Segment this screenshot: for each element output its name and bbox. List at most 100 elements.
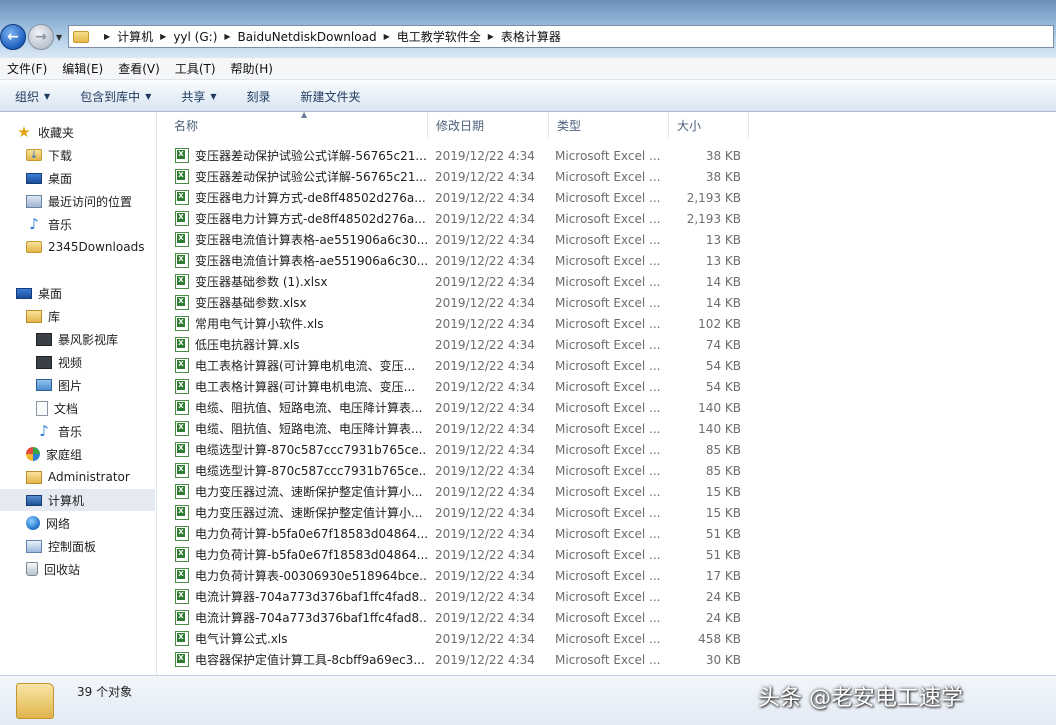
breadcrumb-arrow-icon[interactable]: ▶ xyxy=(160,32,166,41)
column-header-date[interactable]: 修改日期 xyxy=(428,112,549,138)
organize-button[interactable]: 组织 ▼ xyxy=(15,88,50,105)
file-name[interactable]: 电力变压器过流、速断保护整定值计算小... xyxy=(175,481,427,502)
file-row[interactable]: 电流计算器-704a773d376baf1ffc4fad8... 2019/12/… xyxy=(158,607,1056,628)
column-header-size[interactable]: 大小 xyxy=(669,112,749,138)
menu-file[interactable]: 文件(F) xyxy=(7,60,47,77)
file-name[interactable]: 电流计算器-704a773d376baf1ffc4fad8... xyxy=(175,586,427,607)
column-header-name[interactable]: ▲ 名称 xyxy=(166,112,428,138)
new-folder-button[interactable]: 新建文件夹 xyxy=(301,88,361,105)
breadcrumb-arrow-icon[interactable]: ▶ xyxy=(488,32,494,41)
file-name[interactable]: 变压器基础参数 (1).xlsx xyxy=(175,271,427,292)
file-row[interactable]: 电力负荷计算表-00306930e518964bce... 2019/12/22 … xyxy=(158,565,1056,586)
file-row[interactable]: 变压器电力计算方式-de8ff48502d276a... 2019/12/22 4… xyxy=(158,187,1056,208)
file-row[interactable]: 变压器基础参数 (1).xlsx 2019/12/22 4:34 Microsoft… xyxy=(158,271,1056,292)
nav-favorites[interactable]: ★ 收藏夹 xyxy=(16,122,74,142)
nav-desktop-favorite[interactable]: 桌面 xyxy=(26,168,72,188)
breadcrumb-current[interactable]: 表格计算器 xyxy=(501,28,561,45)
nav-control-panel[interactable]: 控制面板 xyxy=(26,536,96,556)
nav-desktop[interactable]: 桌面 xyxy=(16,283,62,303)
file-row[interactable]: 变压器基础参数.xlsx 2019/12/22 4:34 Microsoft Exc… xyxy=(158,292,1056,313)
file-row[interactable]: 电力负荷计算-b5fa0e67f18583d04864... 2019/12/22… xyxy=(158,523,1056,544)
file-name[interactable]: 变压器电流值计算表格-ae551906a6c30... xyxy=(175,250,427,271)
nav-documents[interactable]: 文档 xyxy=(36,398,78,418)
file-row[interactable]: 电力变压器过流、速断保护整定值计算小... 2019/12/22 4:34 Micr… xyxy=(158,502,1056,523)
nav-pictures[interactable]: 图片 xyxy=(36,375,82,395)
file-row[interactable]: 电工表格计算器(可计算电机电流、变压... 2019/12/22 4:34 Micr… xyxy=(158,376,1056,397)
file-row[interactable]: 电工表格计算器(可计算电机电流、变压... 2019/12/22 4:34 Micr… xyxy=(158,355,1056,376)
burn-button[interactable]: 刻录 xyxy=(247,88,271,105)
menu-edit[interactable]: 编辑(E) xyxy=(62,60,103,77)
address-field[interactable]: ▶ 计算机 ▶ yyl (G:) ▶ BaiduNetdiskDownload … xyxy=(68,25,1054,48)
nav-recent-places[interactable]: 最近访问的位置 xyxy=(26,191,132,211)
file-name[interactable]: 电容器保护定值计算工具-8cbff9a69ec3... xyxy=(175,649,427,670)
nav-computer[interactable]: 计算机 xyxy=(0,489,155,511)
file-name[interactable]: 变压器差动保护试验公式详解-56765c21... xyxy=(175,145,427,166)
file-row[interactable]: 电气计算公式.xls 2019/12/22 4:34 Microsoft Excel… xyxy=(158,628,1056,649)
nav-storm-video-library[interactable]: 暴风影视库 xyxy=(36,329,118,349)
file-name[interactable]: 电缆选型计算-870c587ccc7931b765ce... xyxy=(175,439,427,460)
file-name[interactable]: 电缆选型计算-870c587ccc7931b765ce... xyxy=(175,460,427,481)
file-row[interactable]: 电缆选型计算-870c587ccc7931b765ce... 2019/12/22… xyxy=(158,460,1056,481)
breadcrumb-baidu[interactable]: BaiduNetdiskDownload xyxy=(238,30,377,44)
file-name[interactable]: 电力负荷计算-b5fa0e67f18583d04864... xyxy=(175,523,427,544)
file-row[interactable]: 电缆、阻抗值、短路电流、电压降计算表... 2019/12/22 4:34 Micr… xyxy=(158,397,1056,418)
nav-music-favorite[interactable]: ♪ 音乐 xyxy=(26,214,72,234)
file-name[interactable]: 变压器差动保护试验公式详解-56765c21... xyxy=(175,166,427,187)
nav-network[interactable]: 网络 xyxy=(26,513,70,533)
file-name[interactable]: 电缆、阻抗值、短路电流、电压降计算表... xyxy=(175,397,427,418)
file-name[interactable]: 电工表格计算器(可计算电机电流、变压... xyxy=(175,355,427,376)
include-library-button[interactable]: 包含到库中 ▼ xyxy=(80,88,151,105)
nav-libraries[interactable]: 库 xyxy=(26,306,60,326)
file-name[interactable]: 电力负荷计算表-00306930e518964bce... xyxy=(175,565,427,586)
file-name[interactable]: 常用电气计算小软件.xls xyxy=(175,313,427,334)
back-button[interactable]: ← xyxy=(0,24,26,50)
column-header-type[interactable]: 类型 xyxy=(549,112,669,138)
menu-help[interactable]: 帮助(H) xyxy=(231,60,273,77)
nav-downloads[interactable]: ↓ 下载 xyxy=(26,145,72,165)
file-row[interactable]: 常用电气计算小软件.xls 2019/12/22 4:34 Microsoft Ex… xyxy=(158,313,1056,334)
file-row[interactable]: 变压器电流值计算表格-ae551906a6c30... 2019/12/22 4:… xyxy=(158,229,1056,250)
recent-pages-dropdown[interactable]: ▼ xyxy=(56,33,62,42)
file-name[interactable]: 电气计算公式.xls xyxy=(175,628,427,649)
file-row[interactable]: 电缆选型计算-870c587ccc7931b765ce... 2019/12/22… xyxy=(158,439,1056,460)
file-row[interactable]: 电力负荷计算-b5fa0e67f18583d04864... 2019/12/22… xyxy=(158,544,1056,565)
file-name[interactable]: 低压电抗器计算.xls xyxy=(175,334,427,355)
recent-places-icon xyxy=(26,194,42,208)
file-row[interactable]: 电容器保护定值计算工具-8cbff9a69ec3... 2019/12/22 4:… xyxy=(158,649,1056,670)
file-row[interactable]: 变压器差动保护试验公式详解-56765c21... 2019/12/22 4:34… xyxy=(158,145,1056,166)
breadcrumb-arrow-icon[interactable]: ▶ xyxy=(224,32,230,41)
file-name[interactable]: 变压器电流值计算表格-ae551906a6c30... xyxy=(175,229,427,250)
file-name[interactable]: 变压器基础参数.xlsx xyxy=(175,292,427,313)
file-row[interactable]: 电力变压器过流、速断保护整定值计算小... 2019/12/22 4:34 Micr… xyxy=(158,481,1056,502)
menu-tools[interactable]: 工具(T) xyxy=(175,60,216,77)
file-name[interactable]: 电力负荷计算-b5fa0e67f18583d04864... xyxy=(175,544,427,565)
nav-music[interactable]: ♪ 音乐 xyxy=(36,421,82,441)
share-button[interactable]: 共享 ▼ xyxy=(181,88,216,105)
file-name[interactable]: 电缆、阻抗值、短路电流、电压降计算表... xyxy=(175,418,427,439)
file-name[interactable]: 电力变压器过流、速断保护整定值计算小... xyxy=(175,502,427,523)
breadcrumb-computer[interactable]: 计算机 xyxy=(117,28,153,45)
file-name[interactable]: 变压器电力计算方式-de8ff48502d276a... xyxy=(175,208,427,229)
file-row[interactable]: 电缆、阻抗值、短路电流、电压降计算表... 2019/12/22 4:34 Micr… xyxy=(158,418,1056,439)
file-row[interactable]: 电流计算器-704a773d376baf1ffc4fad8... 2019/12/… xyxy=(158,586,1056,607)
file-name[interactable]: 电流计算器-704a773d376baf1ffc4fad8... xyxy=(175,607,427,628)
file-row[interactable]: 变压器电力计算方式-de8ff48502d276a... 2019/12/22 4… xyxy=(158,208,1056,229)
menu-view[interactable]: 查看(V) xyxy=(118,60,160,77)
file-row[interactable]: 变压器差动保护试验公式详解-56765c21... 2019/12/22 4:34… xyxy=(158,166,1056,187)
breadcrumb-arrow-icon[interactable]: ▶ xyxy=(384,32,390,41)
breadcrumb-software[interactable]: 电工教学软件全 xyxy=(397,28,481,45)
file-size: 54 KB xyxy=(705,358,741,373)
nav-2345downloads[interactable]: 2345Downloads xyxy=(26,237,144,257)
nav-administrator[interactable]: Administrator xyxy=(26,467,130,487)
breadcrumb-arrow-icon[interactable]: ▶ xyxy=(104,32,110,41)
nav-homegroup[interactable]: 家庭组 xyxy=(26,444,82,464)
file-name[interactable]: 电工表格计算器(可计算电机电流、变压... xyxy=(175,376,427,397)
breadcrumb-drive[interactable]: yyl (G:) xyxy=(173,30,217,44)
nav-videos[interactable]: 视频 xyxy=(36,352,82,372)
file-name[interactable]: 变压器电力计算方式-de8ff48502d276a... xyxy=(175,187,427,208)
nav-recycle-bin[interactable]: 回收站 xyxy=(26,559,80,579)
forward-button[interactable]: → xyxy=(28,24,54,50)
file-row[interactable]: 变压器电流值计算表格-ae551906a6c30... 2019/12/22 4:… xyxy=(158,250,1056,271)
file-row[interactable]: 低压电抗器计算.xls 2019/12/22 4:34 Microsoft Exce… xyxy=(158,334,1056,355)
file-size: 24 KB xyxy=(705,589,741,604)
